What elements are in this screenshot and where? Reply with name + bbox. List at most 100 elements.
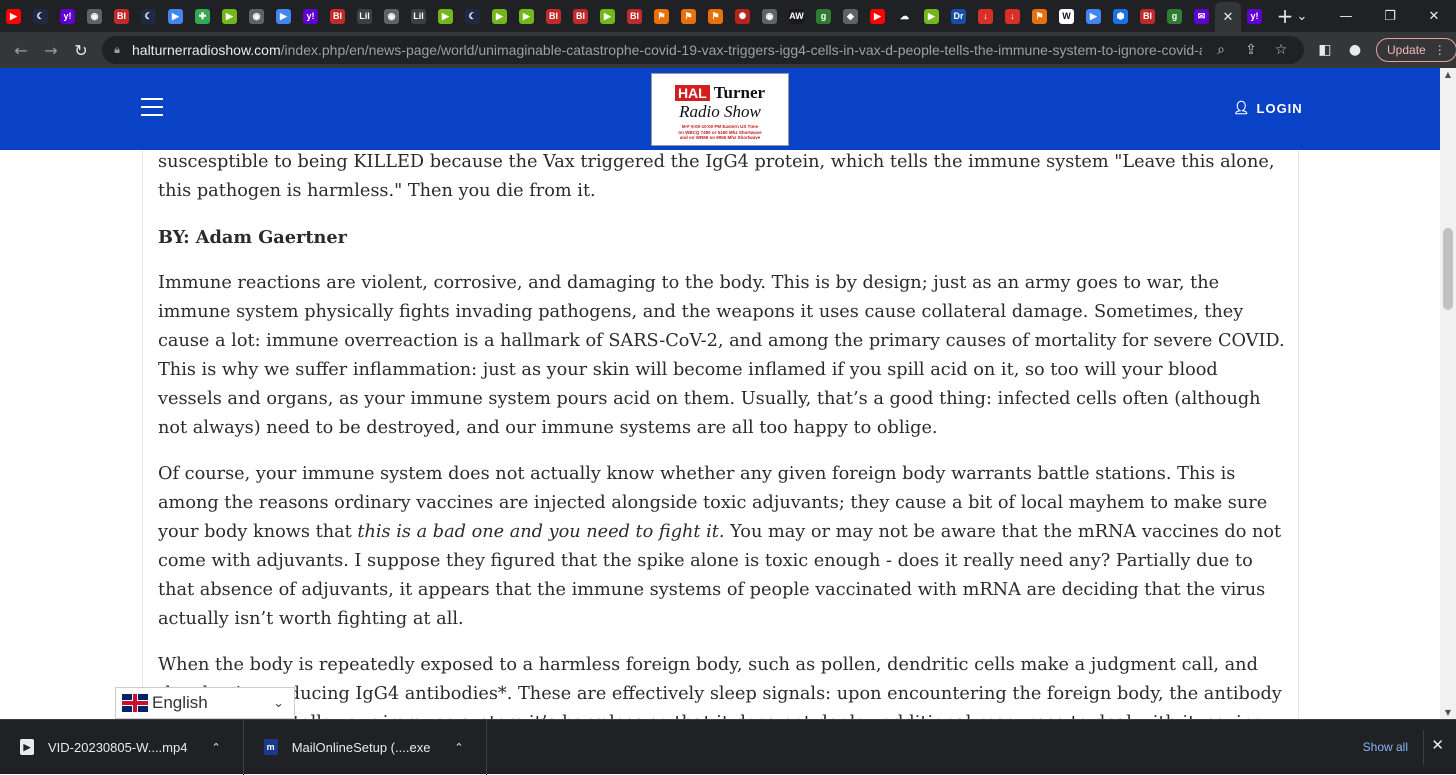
- login-link[interactable]: 👤︎ LOGIN: [1233, 100, 1303, 116]
- yahoo-mail-icon: ✉: [1194, 8, 1209, 24]
- close-window-button[interactable]: ✕: [1412, 9, 1456, 24]
- logo-hal: HAL: [674, 85, 710, 101]
- minimize-button[interactable]: —: [1324, 9, 1368, 24]
- globe-icon: ◉: [762, 8, 777, 24]
- browser-tab[interactable]: BI: [540, 0, 567, 32]
- more-menu-icon[interactable]: ⋮: [1434, 43, 1446, 57]
- browser-tab[interactable]: ☾: [27, 0, 54, 32]
- rumble-icon: ▶: [600, 8, 615, 24]
- page-scrollbar[interactable]: ▲ ▼: [1440, 68, 1456, 719]
- lock-icon[interactable]: 🔒︎: [102, 43, 132, 57]
- g-icon: g: [1167, 8, 1182, 24]
- forward-arrow-icon[interactable]: →: [36, 41, 66, 60]
- back-arrow-icon[interactable]: ←: [6, 41, 36, 60]
- download-item[interactable]: m MailOnlineSetup (....exe ⌃: [244, 719, 487, 775]
- browser-tab[interactable]: ⚑: [648, 0, 675, 32]
- side-panel-icon[interactable]: ◧: [1310, 42, 1340, 58]
- update-button[interactable]: Update ⋮: [1376, 38, 1456, 62]
- browser-tab[interactable]: Lil: [351, 0, 378, 32]
- browser-tab[interactable]: BI: [324, 0, 351, 32]
- profile-icon[interactable]: ●: [1340, 42, 1370, 58]
- crescent-icon: ☾: [465, 8, 480, 24]
- browser-tab[interactable]: ▶: [1080, 0, 1107, 32]
- map-icon: ✚: [195, 8, 210, 24]
- browser-tab[interactable]: y!: [1241, 0, 1268, 32]
- browser-tab[interactable]: ▶: [486, 0, 513, 32]
- browser-tab[interactable]: ◉: [243, 0, 270, 32]
- chevron-up-icon[interactable]: ⌃: [211, 741, 220, 754]
- browser-tab[interactable]: ✺: [729, 0, 756, 32]
- tab-search-chevron-icon[interactable]: ⌄: [1280, 9, 1324, 24]
- browser-tab[interactable]: ▶: [594, 0, 621, 32]
- downloads-bar: ▶ VID-20230805-W....mp4 ⌃ m MailOnlineSe…: [0, 719, 1456, 775]
- browser-tab[interactable]: g: [810, 0, 837, 32]
- browser-tab[interactable]: y!: [297, 0, 324, 32]
- language-selector[interactable]: English ⌄: [115, 687, 295, 719]
- site-logo[interactable]: HAL Turner Radio Show M-F 9:00-10:00 PM …: [651, 73, 789, 146]
- browser-tab[interactable]: AW: [783, 0, 810, 32]
- url-domain: halturnerradioshow.com: [132, 42, 281, 58]
- close-tab-icon[interactable]: ✕: [1223, 10, 1234, 25]
- browser-tab[interactable]: ▶: [162, 0, 189, 32]
- download-filename: VID-20230805-W....mp4: [48, 739, 188, 755]
- browser-tab[interactable]: ☁: [891, 0, 918, 32]
- scroll-down-icon[interactable]: ▼: [1440, 708, 1456, 717]
- browser-tab[interactable]: ▶: [864, 0, 891, 32]
- browser-tab[interactable]: ◉: [81, 0, 108, 32]
- browser-tab[interactable]: BI: [621, 0, 648, 32]
- scroll-up-icon[interactable]: ▲: [1440, 70, 1456, 79]
- browser-tab[interactable]: ▶: [270, 0, 297, 32]
- browser-tab[interactable]: ⚑: [675, 0, 702, 32]
- browser-tab[interactable]: y!: [54, 0, 81, 32]
- scrollbar-thumb[interactable]: [1443, 228, 1453, 310]
- browser-tab[interactable]: ▶: [513, 0, 540, 32]
- browser-tab[interactable]: ☾: [135, 0, 162, 32]
- browser-tab[interactable]: ◉: [378, 0, 405, 32]
- globe-icon: ◉: [87, 8, 102, 24]
- page-viewport: suscesptible to being KILLED because the…: [0, 68, 1440, 719]
- browser-tab[interactable]: ↓: [999, 0, 1026, 32]
- browser-tab[interactable]: Lil: [405, 0, 432, 32]
- browser-tab[interactable]: ✚: [189, 0, 216, 32]
- drudge-icon: Dr: [951, 8, 966, 24]
- logo-turner: Turner: [713, 83, 766, 102]
- download-item[interactable]: ▶ VID-20230805-W....mp4 ⌃: [0, 719, 244, 775]
- browser-tab[interactable]: ⚑: [702, 0, 729, 32]
- chevron-up-icon[interactable]: ⌃: [454, 741, 463, 754]
- business-insider-icon: BI: [546, 8, 561, 24]
- bookmark-star-icon[interactable]: ☆: [1266, 42, 1296, 58]
- news-icon: AW: [789, 8, 804, 24]
- browser-tab[interactable]: BI: [567, 0, 594, 32]
- browser-tab[interactable]: ⬢: [1107, 0, 1134, 32]
- address-bar[interactable]: 🔒︎ halturnerradioshow.com/index.php/en/n…: [102, 36, 1304, 64]
- browser-tab[interactable]: ▶: [216, 0, 243, 32]
- browser-tab[interactable]: g: [1161, 0, 1188, 32]
- hamburger-menu-icon[interactable]: [141, 98, 163, 116]
- browser-tab[interactable]: W: [1053, 0, 1080, 32]
- browser-tab[interactable]: ↓: [972, 0, 999, 32]
- browser-tab[interactable]: BI: [108, 0, 135, 32]
- show-all-downloads-link[interactable]: Show all: [1363, 740, 1408, 754]
- active-tab[interactable]: ✕: [1215, 2, 1241, 32]
- share-icon[interactable]: ⇪: [1236, 42, 1266, 58]
- browser-tab[interactable]: Dr: [945, 0, 972, 32]
- restore-button[interactable]: ❐: [1368, 9, 1412, 24]
- close-downloads-icon[interactable]: ✕: [1431, 736, 1444, 754]
- browser-tab[interactable]: ▶: [918, 0, 945, 32]
- zoom-icon[interactable]: ⌕: [1206, 42, 1236, 58]
- download-icon: ↓: [978, 8, 993, 24]
- browser-tab[interactable]: BI: [1134, 0, 1161, 32]
- bookmark-icon: ⚑: [1032, 8, 1047, 24]
- browser-tab[interactable]: ◉: [756, 0, 783, 32]
- browser-tab[interactable]: ▶: [0, 0, 27, 32]
- browser-tab[interactable]: ◆: [837, 0, 864, 32]
- user-icon: 👤︎: [1233, 100, 1251, 115]
- reload-icon[interactable]: ↻: [66, 41, 96, 60]
- browser-tab[interactable]: ▶: [432, 0, 459, 32]
- browser-tab[interactable]: ☾: [459, 0, 486, 32]
- url-text[interactable]: halturnerradioshow.com/index.php/en/news…: [132, 42, 1202, 58]
- browser-tab[interactable]: ⚑: [1026, 0, 1053, 32]
- browser-tab[interactable]: ✉: [1188, 0, 1215, 32]
- rumble-icon: ▶: [924, 8, 939, 24]
- flag-icon: ▶: [1086, 8, 1101, 24]
